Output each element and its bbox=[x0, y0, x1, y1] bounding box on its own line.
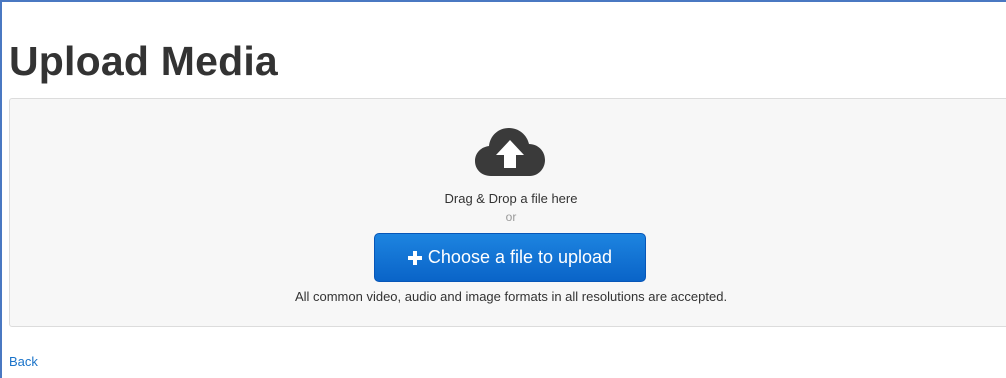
back-link[interactable]: Back bbox=[9, 354, 38, 369]
frame-border-left bbox=[0, 0, 2, 378]
upload-dropzone[interactable]: Drag & Drop a file here or Choose a file… bbox=[9, 98, 1006, 327]
cloud-upload-icon bbox=[475, 128, 545, 176]
plus-icon bbox=[407, 250, 422, 265]
page-title: Upload Media bbox=[9, 38, 278, 84]
or-separator-text: or bbox=[505, 210, 517, 224]
choose-file-label: Choose a file to upload bbox=[427, 247, 613, 267]
frame-border-top bbox=[0, 0, 1006, 2]
page: Upload Media Drag & Drop a file here or … bbox=[0, 0, 1006, 378]
drag-drop-text: Drag & Drop a file here bbox=[444, 191, 578, 206]
dropzone-content: Drag & Drop a file here or Choose a file… bbox=[10, 99, 1006, 328]
accepted-formats-text: All common video, audio and image format… bbox=[294, 289, 728, 304]
choose-file-button[interactable]: Choose a file to upload bbox=[374, 233, 646, 282]
